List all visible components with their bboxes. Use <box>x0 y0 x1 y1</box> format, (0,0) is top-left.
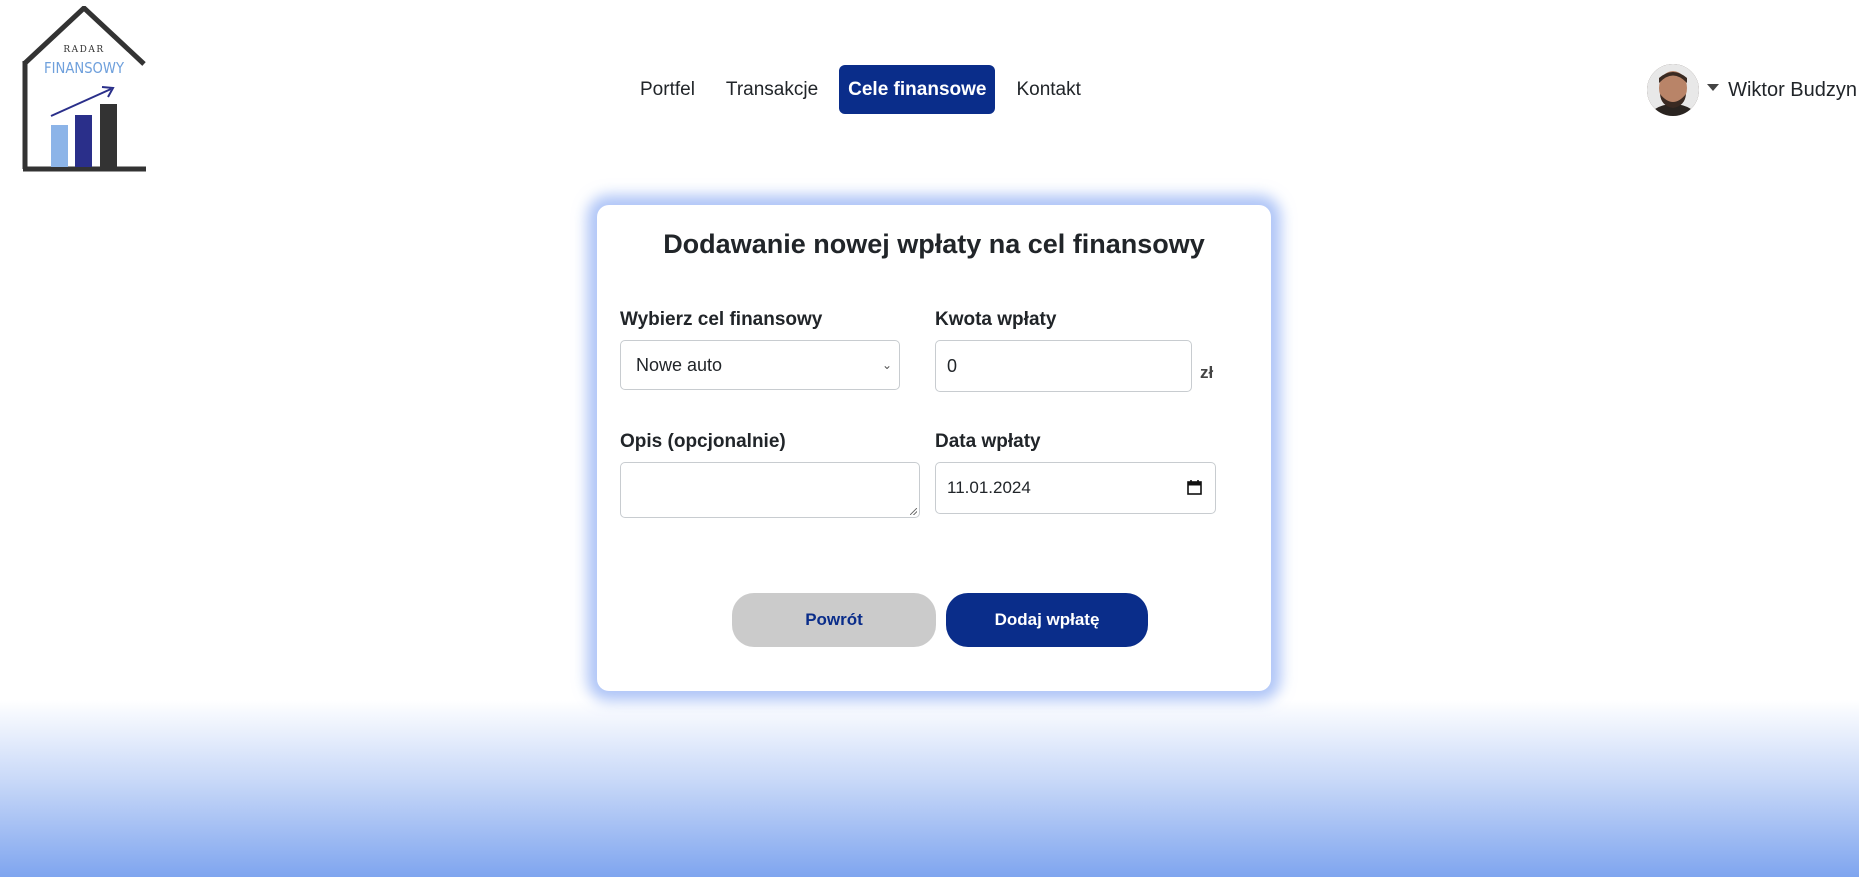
background-gradient <box>0 700 1859 877</box>
description-label: Opis (opcjonalnie) <box>620 431 786 452</box>
nav-item-cele-finansowe[interactable]: Cele finansowe <box>839 65 996 114</box>
nav-item-portfel[interactable]: Portfel <box>630 65 705 114</box>
date-value: 11.01.2024 <box>947 478 1031 497</box>
main-nav: Portfel Transakcje Cele finansowe Kontak… <box>630 65 1102 114</box>
page-title: Dodawanie nowej wpłaty na cel finansowy <box>663 229 1205 259</box>
amount-value: 0 <box>947 355 958 376</box>
goal-label: Wybierz cel finansowy <box>620 309 823 330</box>
calendar-icon[interactable] <box>1187 480 1202 495</box>
date-label: Data wpłaty <box>935 431 1041 452</box>
add-payment-card: Dodawanie nowej wpłaty na cel finansowy … <box>597 205 1271 691</box>
amount-label: Kwota wpłaty <box>935 309 1057 330</box>
logo-main-text: FINANSOWY <box>44 59 125 77</box>
resize-handle-icon[interactable] <box>910 508 917 515</box>
chevron-down-icon: ⌄ <box>881 358 892 372</box>
back-button[interactable]: Powrót <box>732 593 936 647</box>
add-payment-button[interactable]: Dodaj wpłatę <box>946 593 1148 647</box>
avatar[interactable] <box>1647 64 1700 116</box>
user-menu[interactable]: Wiktor Budzyn <box>1647 64 1857 116</box>
nav-item-transakcje[interactable]: Transakcje <box>716 65 828 114</box>
logo-top-text: RADAR <box>63 45 104 55</box>
goal-select-value: Nowe auto <box>636 354 723 375</box>
currency-label: zł <box>1200 363 1214 382</box>
amount-input[interactable]: 0 <box>935 340 1192 392</box>
description-textarea[interactable] <box>620 462 920 518</box>
chevron-down-icon[interactable] <box>1707 84 1720 91</box>
date-input[interactable]: 11.01.2024 <box>935 462 1216 514</box>
radar-finansowy-logo[interactable]: RADAR FINANSOWY <box>22 6 148 174</box>
nav-item-kontakt[interactable]: Kontakt <box>1006 65 1090 114</box>
goal-select[interactable]: Nowe auto ⌄ <box>620 340 900 390</box>
user-name[interactable]: Wiktor Budzyn <box>1728 79 1857 102</box>
